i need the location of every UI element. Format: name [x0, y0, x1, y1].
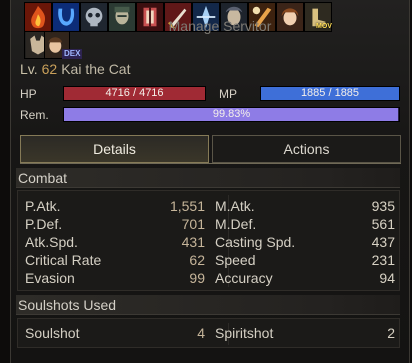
stat-mdef-value: 561 [371, 216, 395, 232]
stat-matk-label: M.Atk. [215, 198, 255, 214]
tab-divider [20, 163, 401, 164]
hp-bar: 4716 / 4716 [63, 86, 206, 101]
soulshot-label: Soulshot [25, 325, 80, 341]
hp-label: HP [20, 87, 37, 101]
stat-speed-label: Speed [215, 252, 256, 268]
stat-pdef-value: 701 [181, 216, 205, 232]
level-value: 62 [41, 61, 58, 77]
tab-strip: Details Actions [20, 135, 401, 163]
stat-critrate-label: Critical Rate [25, 252, 102, 268]
level-label: Lv. [20, 61, 38, 77]
combat-header: Combat [16, 168, 400, 188]
water-buff-icon[interactable] [52, 2, 80, 32]
spiritshot-value: 2 [387, 325, 395, 341]
stat-atkspd-label: Atk.Spd. [25, 234, 78, 250]
stat-evasion-label: Evasion [25, 270, 75, 286]
tab-actions[interactable]: Actions [212, 135, 401, 163]
tab-details[interactable]: Details [20, 135, 209, 163]
servitor-name: Kai the Cat [61, 61, 131, 77]
mp-label: MP [219, 87, 237, 101]
stat-accuracy-value: 94 [379, 270, 395, 286]
stat-mdef-label: M.Def. [215, 216, 257, 232]
stat-atkspd-value: 431 [181, 234, 205, 250]
hp-text: 4716 / 4716 [105, 87, 164, 99]
stat-speed-value: 231 [371, 252, 395, 268]
warrior-portrait-icon[interactable] [108, 2, 136, 32]
soulshots-header: Soulshots Used [16, 295, 400, 315]
stat-accuracy-label: Accuracy [215, 270, 273, 286]
rem-bar: 99.83% [63, 107, 400, 122]
fire-buff-icon[interactable] [24, 2, 52, 32]
rem-label: Rem. [20, 108, 49, 122]
stat-pdef-label: P.Def. [25, 216, 63, 232]
stat-castspd-value: 437 [371, 234, 395, 250]
spiritshot-label: Spiritshot [215, 325, 274, 341]
dex-badge: DEX [62, 49, 83, 59]
stat-matk-value: 935 [371, 198, 395, 214]
mov-badge: MOV [316, 23, 332, 30]
stat-patk-value: 1,551 [169, 198, 205, 214]
window-title: Manage Servitor [168, 18, 272, 34]
stat-castspd-label: Casting Spd. [215, 234, 296, 250]
level-row: Lv. 62 Kai the Cat [20, 61, 130, 77]
mp-bar: 1885 / 1885 [260, 86, 400, 101]
mp-text: 1885 / 1885 [300, 87, 360, 99]
rem-text: 99.83% [212, 108, 251, 120]
stat-evasion-value: 99 [189, 270, 205, 286]
stat-patk-label: P.Atk. [25, 198, 61, 214]
skull-buff-icon[interactable] [80, 2, 108, 32]
stat-critrate-value: 62 [189, 252, 205, 268]
soulshot-value: 4 [197, 325, 205, 341]
